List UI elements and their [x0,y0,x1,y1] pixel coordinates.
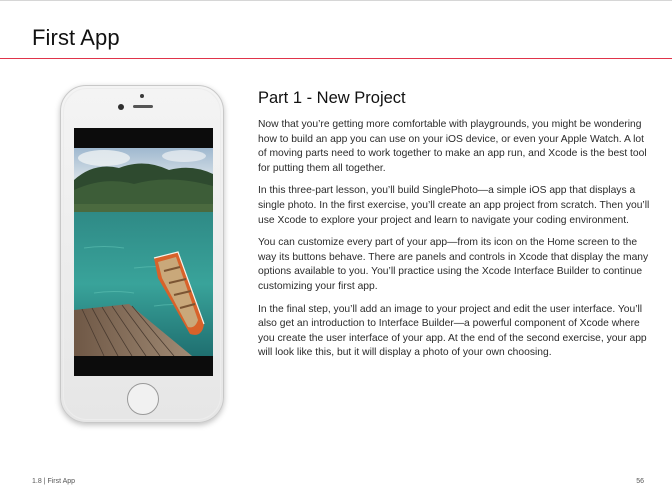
phone-screen [74,128,213,376]
lesson-content: Part 1 - New Project Now that you’re get… [258,89,654,369]
boat-on-lake-photo [74,128,213,376]
header-divider [0,58,672,59]
earpiece-speaker [133,105,153,108]
paragraph-lesson-overview: In this three-part lesson, you’ll build … [258,185,650,226]
iphone-mockup [60,85,224,423]
paragraph-intro: Now that you’re getting more comfortable… [258,119,647,174]
home-button [127,383,159,415]
paragraph-final-step: In the final step, you’ll add an image t… [258,303,647,359]
phone-sensor-dot [140,94,144,98]
page-header: First App [0,1,672,59]
page: First App Part 1 - New Project Now that … [0,0,672,494]
front-camera-icon [118,104,124,110]
paragraph-customize: You can customize every part of your app… [258,237,649,292]
footer-section-label: 1.8 | First App [32,478,76,485]
chapter-title: First App [32,25,120,50]
page-number: 56 [636,478,644,485]
section-heading: Part 1 - New Project [258,89,406,107]
